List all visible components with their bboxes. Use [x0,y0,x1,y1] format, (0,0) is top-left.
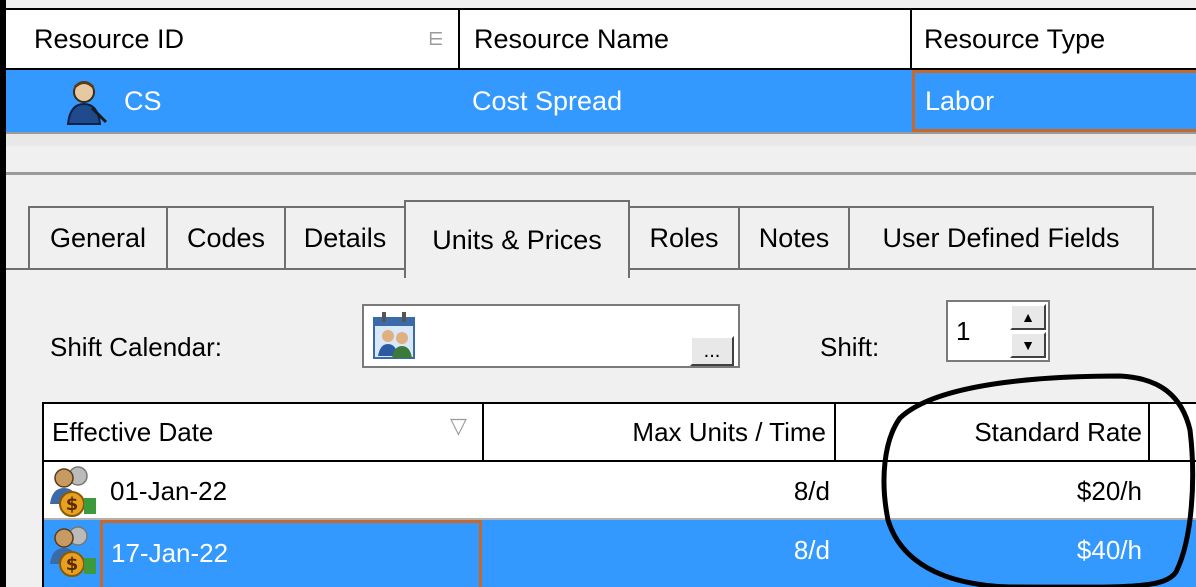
tab-units-prices[interactable]: Units & Prices [404,200,630,278]
tab-label: Units & Prices [432,224,602,255]
annotation-ellipse [881,373,1196,587]
